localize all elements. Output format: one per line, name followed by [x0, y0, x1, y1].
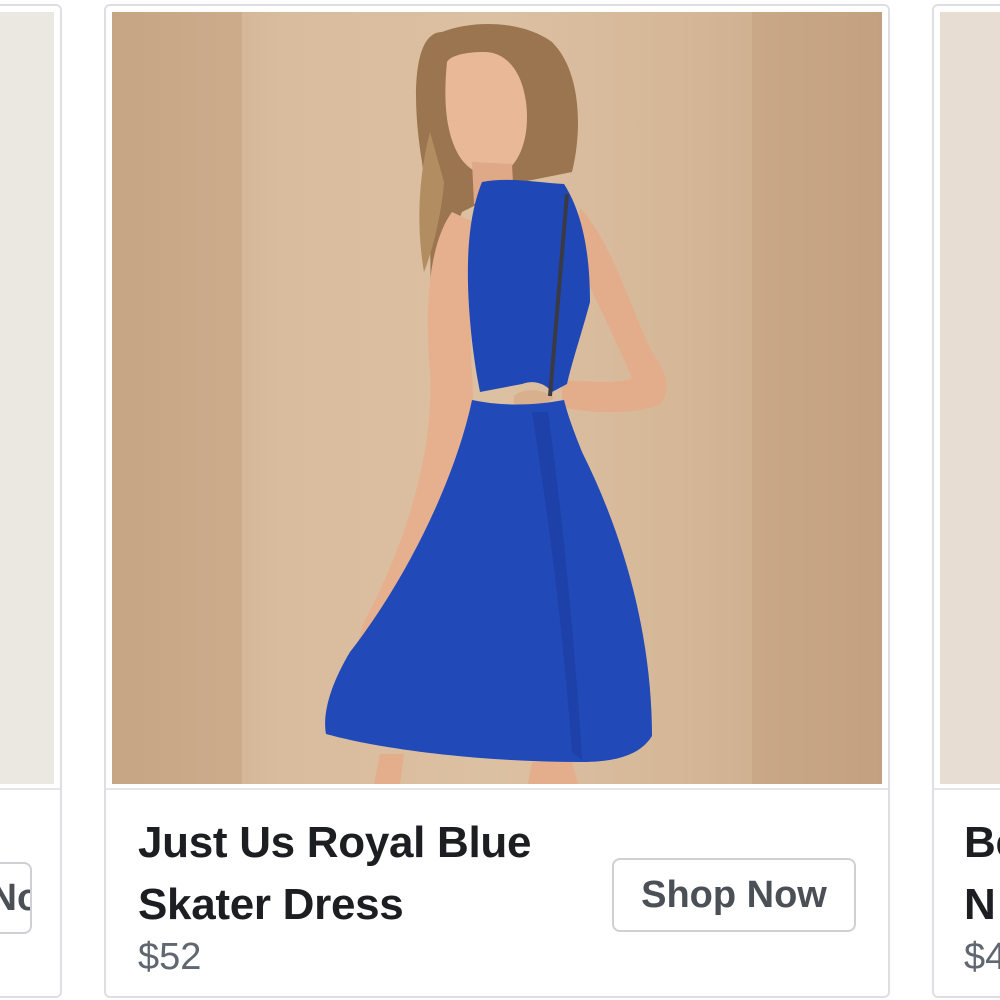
carousel-card-previous[interactable]: Shop Now [0, 4, 62, 998]
backdrop-shadow-right [752, 12, 882, 784]
card-divider [934, 788, 1000, 790]
product-title-line: N [964, 880, 996, 929]
product-carousel: Shop Now [0, 0, 1000, 1000]
card-divider [0, 788, 60, 790]
shop-now-button[interactable]: Shop Now [0, 862, 32, 934]
dress-skirt [325, 400, 652, 762]
shop-now-button[interactable]: Shop Now [612, 858, 856, 932]
product-title[interactable]: Be N [964, 812, 1000, 936]
carousel-card-current[interactable]: Just Us Royal Blue Skater Dress $52 Shop… [104, 4, 890, 998]
dress-bodice [467, 179, 590, 392]
carousel-card-next[interactable]: Be N $4 [932, 4, 1000, 998]
leg-shape [528, 762, 578, 784]
product-image[interactable] [112, 12, 882, 784]
product-price: $4 [964, 936, 1000, 978]
product-image[interactable] [0, 12, 54, 784]
product-title-line: Skater Dress [138, 880, 404, 929]
backdrop-shadow-left [112, 12, 242, 784]
leg-shape [374, 754, 404, 784]
product-title-line: Just Us Royal Blue [138, 818, 532, 867]
product-title-line: Be [964, 818, 1000, 867]
product-image[interactable] [940, 12, 1000, 784]
product-price: $52 [138, 936, 202, 978]
product-title[interactable]: Just Us Royal Blue Skater Dress [138, 812, 598, 936]
card-divider [106, 788, 888, 790]
dress-photo-icon [112, 12, 882, 784]
